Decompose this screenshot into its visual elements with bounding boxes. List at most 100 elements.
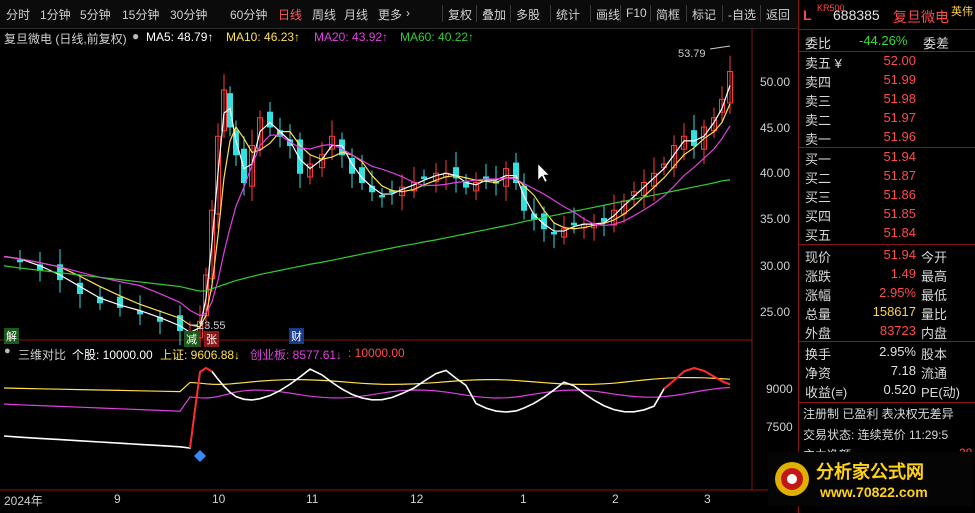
- action-7[interactable]: 标记: [692, 6, 716, 23]
- period-3[interactable]: 15分钟: [122, 6, 159, 23]
- event-marker-zhang[interactable]: 张: [204, 331, 219, 347]
- stock-code: 688385: [833, 7, 880, 23]
- buy-1-value: 51.94: [883, 149, 916, 164]
- mouse-cursor-icon: [537, 163, 550, 183]
- indicator-own: 个股: 10000.00: [72, 348, 153, 362]
- stat-0-value: 51.94: [883, 247, 916, 262]
- settings-dot-icon[interactable]: ●: [132, 29, 139, 43]
- sell-3-value: 51.98: [883, 91, 916, 106]
- action-9[interactable]: 返回: [766, 6, 790, 23]
- candle-body: [241, 148, 247, 183]
- action-4[interactable]: 画线: [596, 6, 620, 23]
- buy-3-label: 买三: [805, 190, 832, 205]
- candle-body: [17, 259, 23, 263]
- sell-4-value: 51.99: [883, 72, 916, 87]
- stat2-2-label: 收益(≡): [805, 385, 848, 400]
- toolbar-separator: [590, 5, 591, 22]
- ma60-line: [3, 179, 731, 292]
- quote-panel: L KR500 688385 复旦微电 英伟 委比 -44.26% 委差 卖五 …: [798, 0, 975, 513]
- stat2-1-value: 7.18: [890, 363, 916, 378]
- x-tick-label: 1: [520, 492, 527, 506]
- candle-body: [551, 231, 557, 235]
- signal-diamond-icon: [194, 450, 206, 462]
- weibi-value: -44.26%: [859, 33, 908, 48]
- ma5-line: [3, 85, 731, 334]
- indicator-sh: 上证: 9606.88↓: [160, 348, 241, 362]
- candle-body: [421, 176, 427, 179]
- stock-line-up-segment: [189, 366, 213, 449]
- x-tick-label: 12: [410, 492, 424, 506]
- divider: [799, 402, 975, 403]
- period-7[interactable]: 周线: [312, 6, 336, 23]
- settings-dot-icon[interactable]: ●: [4, 345, 11, 357]
- divider: [799, 244, 975, 245]
- y-tick-label: 50.00: [760, 75, 791, 89]
- action-5[interactable]: F10: [626, 6, 647, 20]
- action-1[interactable]: 叠加: [482, 6, 506, 23]
- buy-2-value: 51.87: [883, 168, 916, 183]
- candle-body: [77, 282, 83, 294]
- x-tick-label: 2: [612, 492, 619, 506]
- action-8[interactable]: -自选: [728, 6, 756, 23]
- stock-name: 复旦微电: [893, 9, 949, 25]
- stat-1-label: 涨跌: [805, 269, 832, 284]
- action-6[interactable]: 简框: [656, 6, 680, 23]
- candle-body: [483, 176, 489, 179]
- buy-2-label: 买二: [805, 171, 832, 186]
- period-4[interactable]: 30分钟: [170, 6, 207, 23]
- stat-4-label: 外盘: [805, 326, 832, 341]
- period-8[interactable]: 月线: [344, 6, 368, 23]
- stat2-0-label2: 股本: [921, 347, 948, 362]
- event-marker-jie[interactable]: 解: [4, 328, 19, 344]
- stat-1-label2: 最高: [921, 269, 948, 284]
- x-tick-label: 2024年: [4, 494, 43, 508]
- action-3[interactable]: 统计: [556, 6, 580, 23]
- more-arrow-icon[interactable]: ›: [406, 6, 410, 20]
- candle-body: [541, 213, 547, 230]
- period-2[interactable]: 5分钟: [80, 6, 111, 23]
- concept-tag[interactable]: 英伟: [951, 3, 973, 19]
- y-tick-label: 25.00: [760, 305, 791, 319]
- sell-5-value: 52.00: [883, 53, 916, 68]
- stat-3-value: 158617: [872, 304, 916, 319]
- sh-index-line: [3, 376, 731, 393]
- period-5[interactable]: 60分钟: [230, 6, 267, 23]
- event-marker-cai[interactable]: 财: [289, 328, 304, 344]
- kline-chart[interactable]: [0, 28, 798, 508]
- ma10-legend: MA10: 46.23↑: [226, 30, 301, 44]
- candle-body: [571, 222, 577, 226]
- stat-0-label2: 今开: [921, 250, 948, 265]
- action-0[interactable]: 复权: [448, 6, 472, 23]
- period-1[interactable]: 1分钟: [40, 6, 71, 23]
- x-tick-label: 11: [306, 492, 319, 506]
- y-tick-label: 35.00: [760, 212, 791, 226]
- sell-4-label: 卖四: [805, 75, 832, 90]
- period-9[interactable]: 更多: [378, 6, 402, 23]
- event-marker-jian[interactable]: 减: [184, 331, 199, 347]
- y-tick-label: 30.00: [760, 259, 791, 273]
- buy-4-label: 买四: [805, 209, 832, 224]
- period-0[interactable]: 分时: [6, 6, 30, 23]
- high-pointer: [709, 45, 731, 50]
- ma20-legend: MA20: 43.92↑: [314, 30, 389, 44]
- toolbar-separator: [760, 5, 761, 22]
- stat-4-value: 83723: [879, 323, 916, 338]
- toolbar-separator: [650, 5, 651, 22]
- indicator-y-tick-label: 7500: [766, 420, 793, 434]
- ma60-legend: MA60: 40.22↑: [400, 30, 475, 44]
- divider: [799, 29, 975, 30]
- period-6[interactable]: 日线: [278, 6, 302, 23]
- stat-3-label2: 量比: [921, 307, 948, 322]
- watermark-url: www.70822.com: [820, 484, 928, 500]
- toolbar-separator: [476, 5, 477, 22]
- sell-3-label: 卖三: [805, 94, 832, 109]
- sell-2-value: 51.97: [883, 110, 916, 125]
- x-tick-label: 9: [114, 492, 121, 506]
- stat2-2-label2: PE(动): [921, 385, 961, 400]
- toolbar-separator: [510, 5, 511, 22]
- stat-4-label2: 内盘: [921, 326, 948, 341]
- action-2[interactable]: 多股: [516, 6, 540, 23]
- stock-tags: 注册制 已盈利 表决权无差异: [803, 407, 954, 421]
- x-tick-label: 3: [704, 492, 711, 506]
- x-tick-label: 10: [212, 492, 226, 506]
